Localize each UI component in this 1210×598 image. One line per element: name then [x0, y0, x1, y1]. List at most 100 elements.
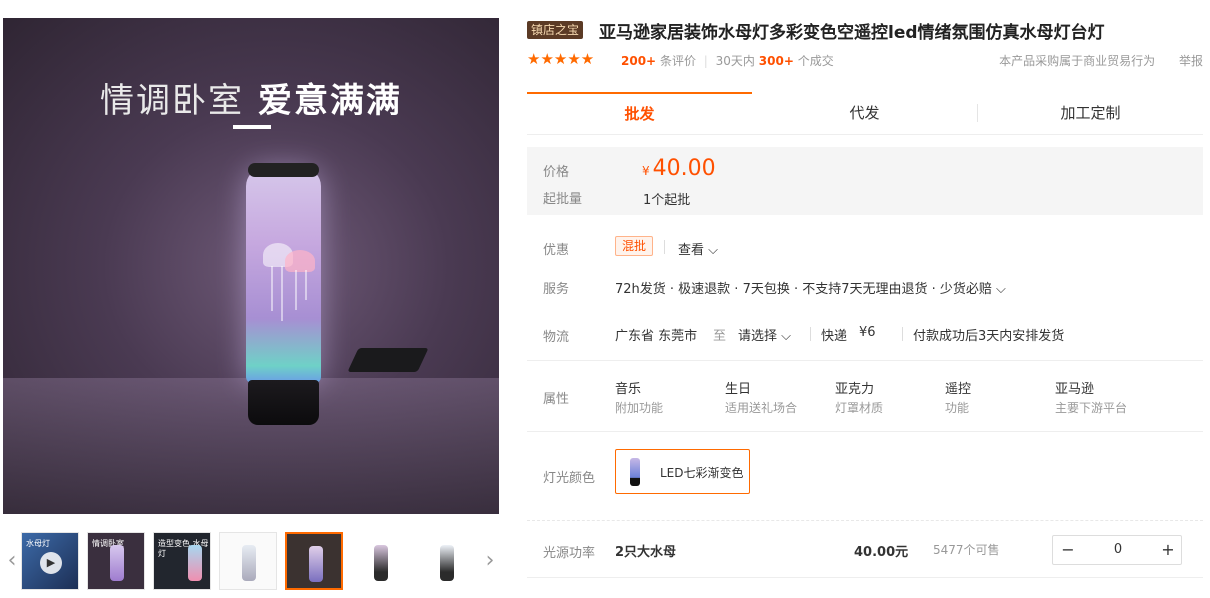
thumbnail-video[interactable]: 水母灯 ▶ [21, 532, 79, 590]
attribute-item: 生日 适用送礼场合 [725, 378, 835, 416]
attribute-key: 适用送礼场合 [725, 401, 798, 415]
main-product-image[interactable]: 情调卧室 爱意满满 [3, 18, 499, 514]
ship-origin: 广东省 东莞市 [615, 329, 698, 344]
separator [810, 327, 811, 341]
hero-title-bold: 爱意满满 [258, 81, 402, 121]
attribute-value: 音乐 [615, 382, 642, 397]
price-currency: ¥ [642, 164, 650, 178]
lamp-miniature [242, 545, 256, 581]
play-icon[interactable]: ▶ [40, 552, 62, 574]
color-label: 灯光颜色 [543, 471, 596, 486]
attribute-value: 亚马逊 [1055, 382, 1095, 397]
thumbnail-image[interactable] [219, 532, 277, 590]
thumbnail-image[interactable] [351, 532, 409, 590]
spec-stock: 5477个可售 [933, 543, 1000, 557]
meta-separator: | [703, 54, 708, 68]
quantity-input[interactable]: 0 [1083, 536, 1153, 564]
decrement-button[interactable]: − [1053, 536, 1083, 564]
lamp-base [248, 380, 319, 425]
product-title: 亚马逊家居装饰水母灯多彩变色空遥控led情绪氛围仿真水母灯台灯 [599, 23, 1105, 43]
color-option-selected[interactable]: LED七彩渐变色 [615, 449, 750, 494]
meta-row: ★★★★★ 200+ 条评价 | 30天内 300+ 个成交 本产品采购属于商业… [527, 50, 1203, 68]
jellyfish-tentacle [281, 266, 283, 321]
review-label[interactable]: 条评价 [660, 54, 696, 68]
spec-label: 光源功率 [543, 546, 596, 561]
logistics-label: 物流 [543, 330, 570, 345]
separator [902, 327, 903, 341]
attribute-key: 灯罩材质 [835, 401, 884, 415]
jellyfish-lamp [246, 168, 321, 383]
tab-dropship[interactable]: 代发 [752, 92, 977, 134]
attribute-value: 遥控 [945, 382, 972, 397]
ship-to-text: 至 [713, 329, 727, 344]
lamp-miniature [374, 545, 388, 581]
price-value: 40.00 [652, 156, 716, 181]
jellyfish-figure [285, 250, 315, 272]
sales-period: 30天内 [715, 54, 755, 68]
price-label: 价格 [543, 165, 570, 180]
price-value-group: ¥40.00 [642, 156, 716, 181]
thumbnail-strip: ‹ 水母灯 ▶ 情调卧室 造型变色 水母灯 › [3, 530, 499, 592]
lamp-miniature [440, 545, 454, 581]
review-summary: 200+ 条评价 | 30天内 300+ 个成交 [621, 52, 834, 69]
destination-select[interactable]: 请选择 ⌵ [738, 325, 791, 344]
attribute-key: 主要下游平台 [1055, 401, 1128, 415]
increment-button[interactable]: + [1153, 536, 1183, 564]
lamp-cap [248, 163, 319, 177]
trade-note-area: 本产品采购属于商业贸易行为 举报 [999, 52, 1203, 69]
chevron-right-icon[interactable]: › [483, 548, 497, 573]
jellyfish-tentacle [271, 266, 273, 311]
thumbnail-image[interactable]: 情调卧室 [87, 532, 145, 590]
review-count[interactable]: 200+ [621, 54, 656, 68]
chevron-left-icon[interactable]: ‹ [5, 548, 19, 573]
attribute-value: 亚克力 [835, 382, 875, 397]
rating-stars-icon: ★★★★★ [527, 50, 595, 68]
separator [664, 240, 665, 254]
discount-view-dropdown[interactable]: 查看 ⌵ [678, 239, 718, 258]
phone-prop [347, 348, 429, 372]
thumbnail-text: 造型变色 水母灯 [158, 539, 209, 558]
thumbnail-image[interactable]: 造型变色 水母灯 [153, 532, 211, 590]
sold-count: 300+ [758, 54, 794, 68]
spec-name: 2只大水母 [615, 545, 677, 560]
hero-title-light: 情调卧室 [100, 81, 244, 121]
attribute-item: 亚克力 灯罩材质 [835, 378, 945, 416]
price-box: 价格 ¥40.00 起批量 1个起批 [527, 147, 1203, 215]
divider [527, 431, 1203, 432]
attribute-key: 功能 [945, 401, 970, 415]
tab-customize[interactable]: 加工定制 [978, 92, 1203, 134]
attribute-item: 音乐 附加功能 [615, 378, 725, 416]
shop-treasure-badge: 镇店之宝 [527, 21, 584, 39]
title-row: 镇店之宝 亚马逊家居装饰水母灯多彩变色空遥控led情绪氛围仿真水母灯台灯 [527, 18, 1207, 43]
thumbnail-image[interactable] [417, 532, 475, 590]
divider [527, 360, 1203, 361]
shipping-fee: ¥6 [859, 325, 876, 340]
spec-price: 40.00元 [854, 545, 909, 560]
moq-label: 起批量 [543, 192, 583, 207]
attribute-item: 遥控 功能 [945, 378, 1055, 416]
attribute-item: 亚马逊 主要下游平台 [1055, 378, 1165, 416]
sold-label: 个成交 [797, 54, 834, 68]
attribute-value: 生日 [725, 382, 752, 397]
thumbnail-text: 水母灯 [26, 539, 50, 548]
service-items[interactable]: 72h发货 · 极速退款 · 7天包换 · 不支持7天无理由退货 · 少货必赔 … [615, 278, 1006, 297]
lamp-miniature [110, 545, 124, 581]
tab-wholesale[interactable]: 批发 [527, 92, 752, 134]
express-label: 快递 [821, 329, 848, 344]
report-link[interactable]: 举报 [1179, 54, 1203, 68]
attributes-label: 属性 [543, 392, 570, 407]
hero-title: 情调卧室 爱意满满 [3, 73, 499, 122]
mixed-batch-tag: 混批 [615, 236, 654, 256]
lamp-miniature [188, 545, 202, 581]
thumbnail-image-active[interactable] [285, 532, 343, 590]
trade-note: 本产品采购属于商业贸易行为 [999, 54, 1156, 68]
jellyfish-tentacle [295, 270, 297, 310]
discount-label: 优惠 [543, 243, 570, 258]
lamp-miniature [309, 546, 323, 582]
lamp-thumbnail-icon [630, 458, 640, 486]
quantity-stepper: − 0 + [1052, 535, 1182, 565]
attribute-key: 附加功能 [615, 401, 664, 415]
ship-note: 付款成功后3天内安排发货 [913, 329, 1065, 344]
purchase-tabs: 批发 代发 加工定制 [527, 92, 1203, 135]
jellyfish-tentacle [305, 270, 307, 300]
